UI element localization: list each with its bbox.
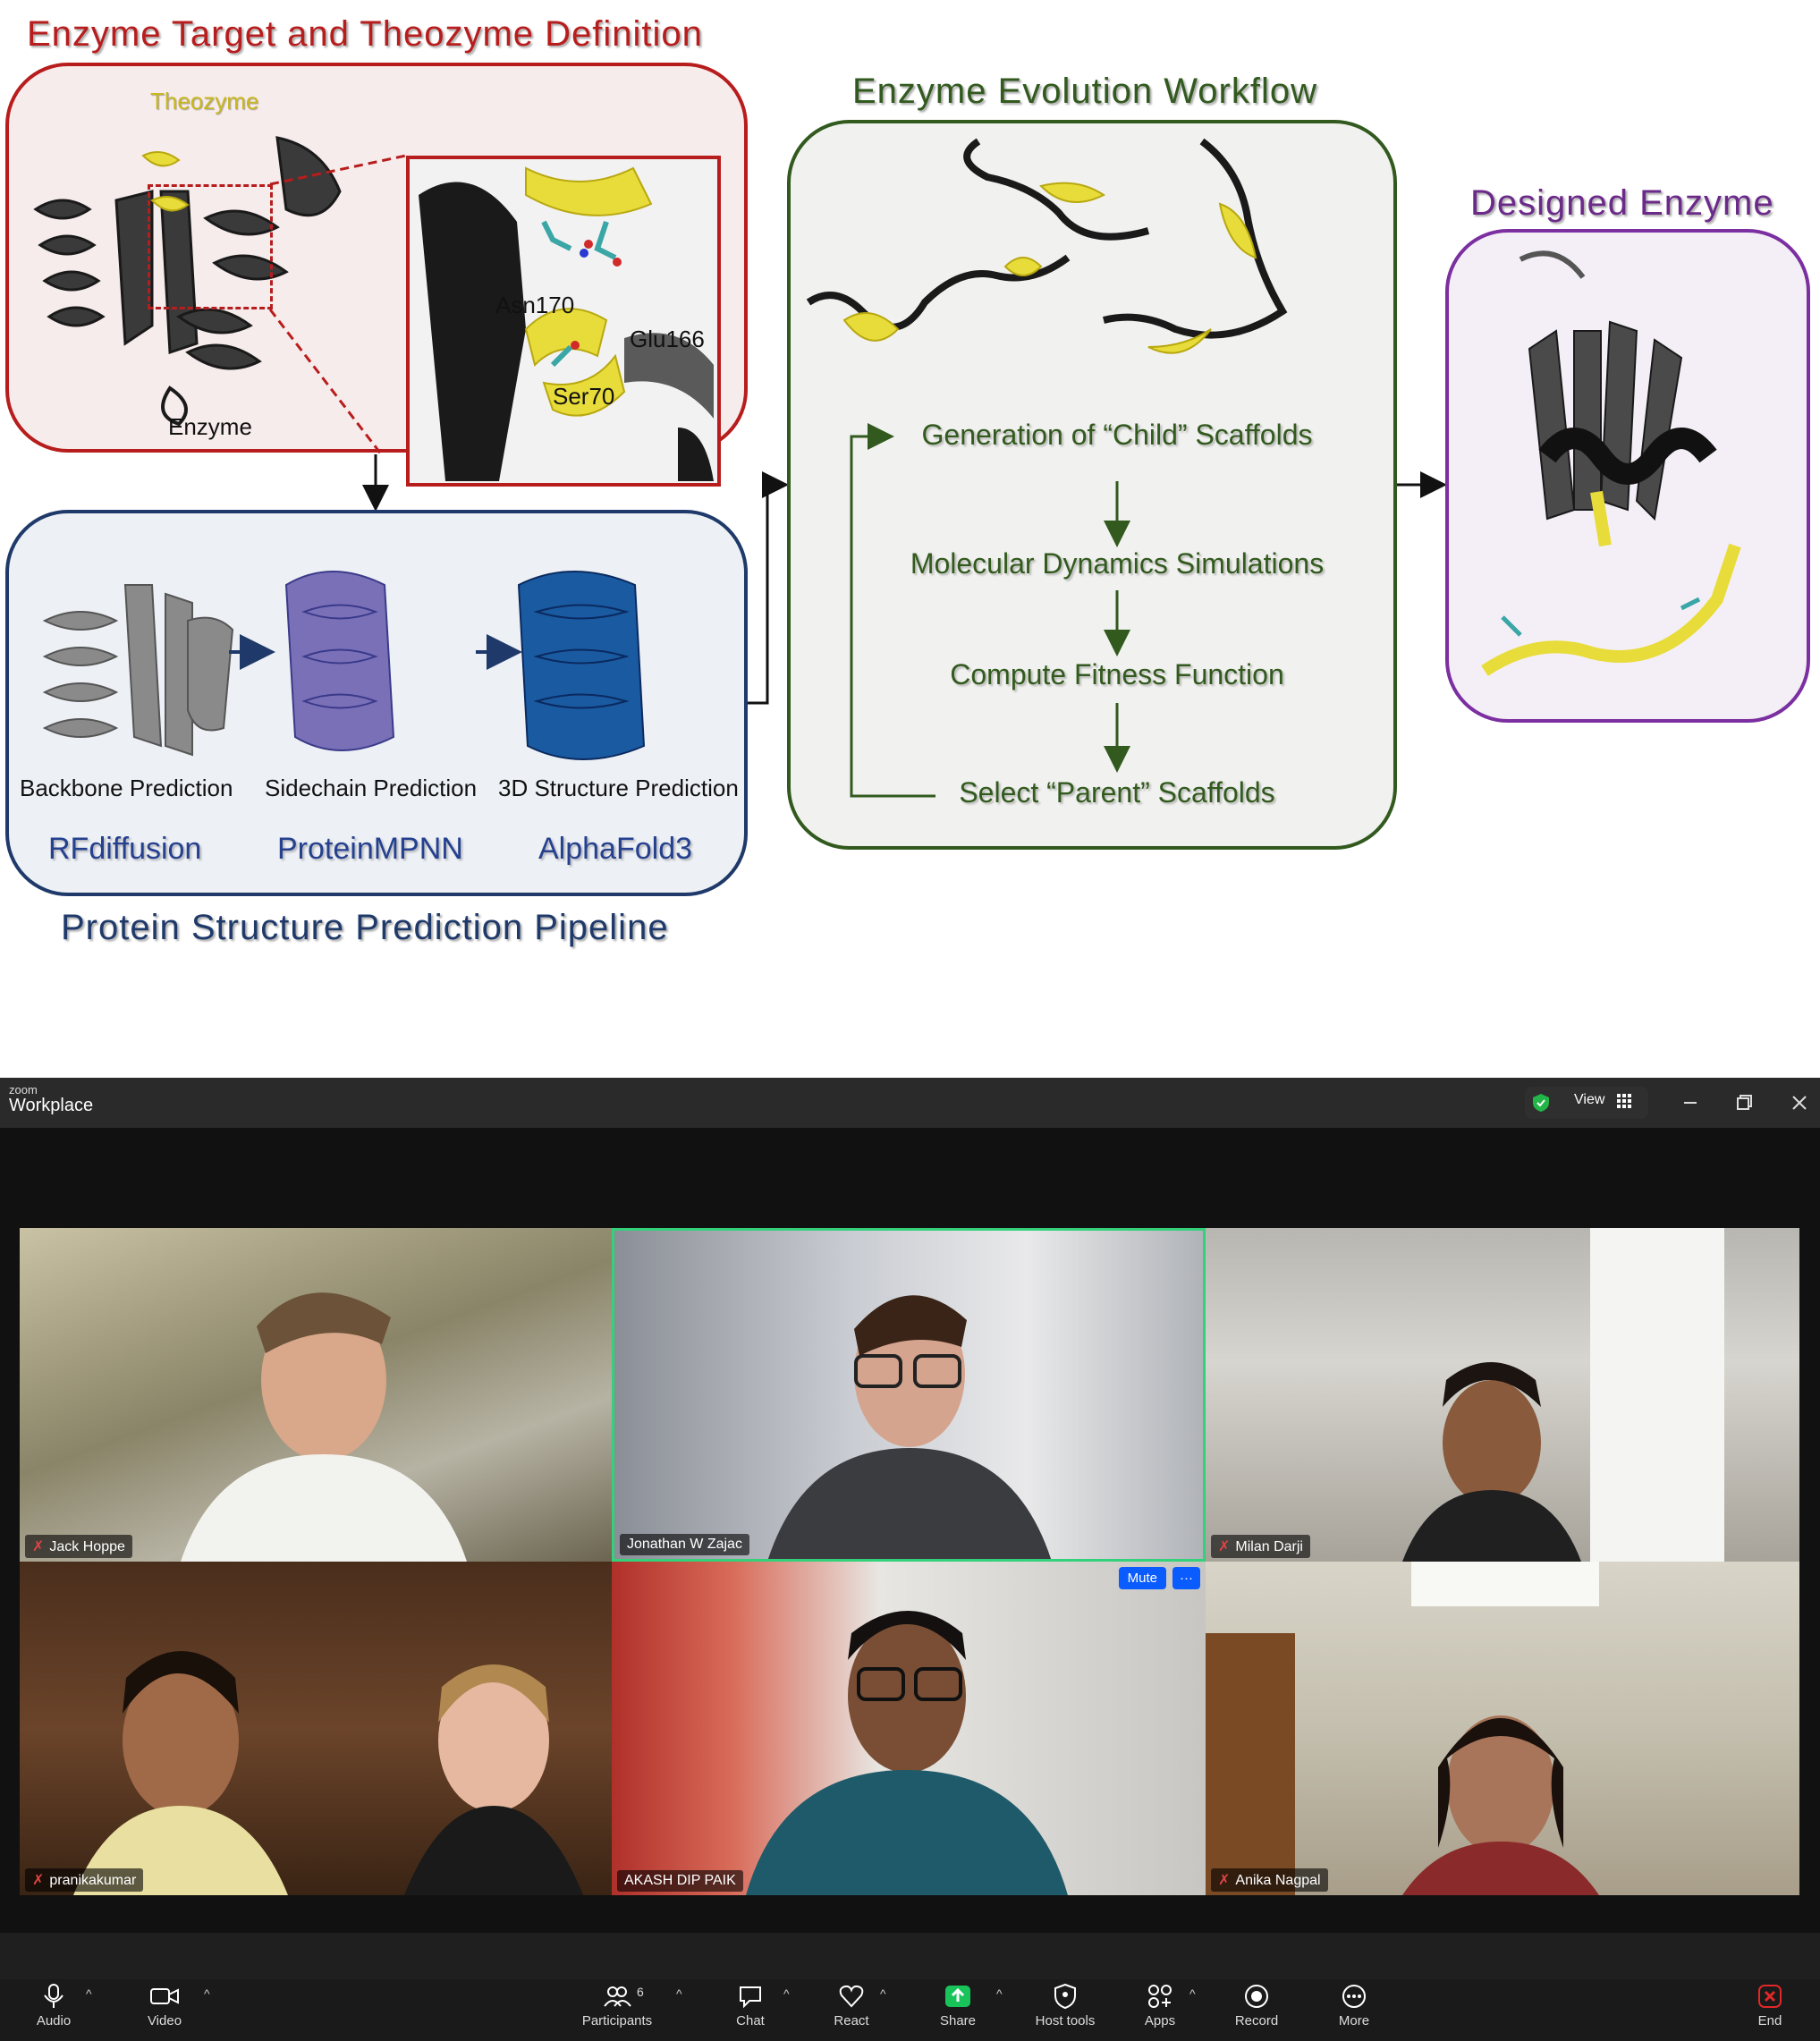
evolution-structures (806, 138, 1288, 798)
participants-label: Participants (581, 2013, 653, 2028)
participant-name-tag: ✗ Anika Nagpal (1211, 1868, 1328, 1892)
step-select-parent: Select “Parent” Scaffolds (959, 776, 1275, 809)
video-camera-icon (150, 1988, 179, 2004)
video-tile[interactable]: ✗ Anika Nagpal (1206, 1562, 1799, 1895)
heart-icon (839, 1985, 864, 2008)
end-label: End (1757, 2013, 1782, 2028)
react-label: React (834, 2013, 869, 2028)
tool-label-rfdiffusion: RFdiffusion (48, 832, 202, 866)
zoom-window: zoom Workplace View ✗ Jack Hoppe Jonatha… (0, 1078, 1820, 2041)
record-button[interactable]: Record (1229, 1983, 1284, 2028)
participant-name: Milan Darji (1235, 1539, 1303, 1554)
chat-bubble-icon (740, 1986, 761, 2009)
participant-more-button[interactable]: ··· (1172, 1567, 1200, 1589)
muted-mic-icon: ✗ (32, 1873, 45, 1888)
muted-mic-icon: ✗ (1218, 1873, 1231, 1888)
pipeline-panel: Backbone Prediction Sidechain Prediction… (5, 510, 748, 896)
stage-label-3d-structure: 3D Structure Prediction (498, 775, 739, 801)
more-button[interactable]: More (1331, 1983, 1377, 2028)
tool-label-alphafold3: AlphaFold3 (538, 832, 693, 866)
react-button[interactable]: React (828, 1983, 875, 2028)
chevron-up-icon[interactable]: ^ (783, 1986, 790, 2001)
figure: Enzyme Target and Theozyme Definition En… (0, 0, 1820, 1078)
video-button[interactable]: Video (136, 1983, 193, 2028)
participant-video (181, 1292, 467, 1562)
stage-label-sidechain: Sidechain Prediction (265, 775, 478, 801)
participant-video (1402, 1228, 1724, 1562)
participant-name-tag: Jonathan W Zajac (620, 1534, 749, 1555)
meeting-toolbar: Audio ^ Video ^ Participants 6 ^ Chat ^ … (0, 1979, 1820, 2041)
participant-name-tag: AKASH DIP PAIK (617, 1870, 743, 1892)
video-tile-active-speaker[interactable]: Jonathan W Zajac (612, 1228, 1206, 1562)
mute-participant-button[interactable]: Mute (1118, 1567, 1166, 1589)
share-screen-icon (945, 1986, 970, 2007)
participant-count: 6 (637, 1985, 644, 1999)
audio-button[interactable]: Audio (27, 1983, 80, 2028)
participant-video (746, 1611, 1068, 1895)
security-shield-icon (1533, 1094, 1549, 1112)
step-generation: Generation of “Child” Scaffolds (921, 419, 1313, 451)
muted-mic-icon: ✗ (1218, 1539, 1231, 1554)
video-tile[interactable]: ✗ pranikakumar (20, 1562, 612, 1895)
audio-label: Audio (36, 2013, 72, 2028)
view-label[interactable]: View (1574, 1092, 1604, 1108)
stage-label-backbone: Backbone Prediction (20, 775, 233, 801)
tool-label-proteinmpnn: ProteinMPNN (277, 832, 463, 866)
participant-name: AKASH DIP PAIK (624, 1873, 736, 1888)
step-fitness: Compute Fitness Function (950, 658, 1284, 690)
grid-view-icon[interactable] (1617, 1094, 1631, 1108)
chat-button[interactable]: Chat (728, 1983, 773, 2028)
chevron-up-icon[interactable]: ^ (204, 1986, 210, 2001)
apps-label: Apps (1144, 2013, 1176, 2028)
participant-name: Jonathan W Zajac (627, 1537, 742, 1552)
participant-name-tag: ✗ pranikakumar (25, 1868, 144, 1892)
record-label: Record (1234, 2013, 1279, 2028)
muted-mic-icon: ✗ (32, 1539, 45, 1554)
designed-panel (1445, 229, 1810, 723)
chevron-up-icon[interactable]: ^ (86, 1986, 92, 2001)
record-icon (1245, 1985, 1268, 2008)
more-ellipsis-icon (1342, 1985, 1366, 2008)
host-tools-label: Host tools (1035, 2013, 1096, 2028)
video-tile[interactable]: Mute ··· AKASH DIP PAIK (612, 1562, 1206, 1895)
microphone-icon (44, 1984, 63, 2008)
evolution-panel: Generation of “Child” Scaffolds Molecula… (787, 120, 1397, 850)
video-tile[interactable]: ✗ Jack Hoppe (20, 1228, 612, 1562)
chevron-up-icon[interactable]: ^ (676, 1986, 682, 2001)
chevron-up-icon[interactable]: ^ (996, 1986, 1003, 2001)
apps-icon (1148, 1985, 1172, 2008)
participants-button[interactable]: Participants (572, 1983, 662, 2028)
zoom-title-bar: zoom Workplace View (0, 1078, 1820, 1128)
participant-name-tag: ✗ Jack Hoppe (25, 1535, 132, 1558)
more-label: More (1338, 2013, 1370, 2028)
step-molecular-dynamics: Molecular Dynamics Simulations (910, 547, 1325, 580)
chat-label: Chat (736, 2013, 765, 2028)
participant-video (768, 1295, 1051, 1559)
zoom-brand: Workplace (9, 1096, 94, 1115)
participant-video (1206, 1562, 1599, 1895)
video-tile[interactable]: ✗ Milan Darji (1206, 1228, 1799, 1562)
participant-video (73, 1651, 583, 1895)
zoom-brand-small: zoom (9, 1083, 38, 1097)
chevron-up-icon[interactable]: ^ (880, 1986, 886, 2001)
close-icon[interactable] (1783, 1087, 1816, 1119)
share-label: Share (939, 2013, 977, 2028)
restore-icon[interactable] (1728, 1087, 1760, 1119)
designed-enzyme-structure (1481, 250, 1741, 676)
participant-name: pranikakumar (49, 1873, 137, 1888)
end-meeting-button[interactable]: End (1753, 1983, 1787, 2028)
share-button[interactable]: Share (932, 1983, 984, 2028)
participant-name: Anika Nagpal (1235, 1873, 1321, 1888)
chevron-up-icon[interactable]: ^ (1189, 1986, 1196, 2001)
participant-name: Jack Hoppe (49, 1539, 125, 1554)
participant-name-tag: ✗ Milan Darji (1211, 1535, 1310, 1558)
host-tools-button[interactable]: Host tools (1027, 1983, 1104, 2028)
apps-button[interactable]: Apps (1138, 1983, 1182, 2028)
minimize-icon[interactable] (1674, 1087, 1706, 1119)
end-call-icon (1758, 1985, 1782, 2008)
video-stage: ✗ Jack Hoppe Jonathan W Zajac ✗ Milan Darj… (0, 1128, 1820, 1933)
shield-icon (1054, 1983, 1076, 2010)
video-label: Video (147, 2013, 182, 2028)
participants-icon (604, 1986, 631, 2007)
